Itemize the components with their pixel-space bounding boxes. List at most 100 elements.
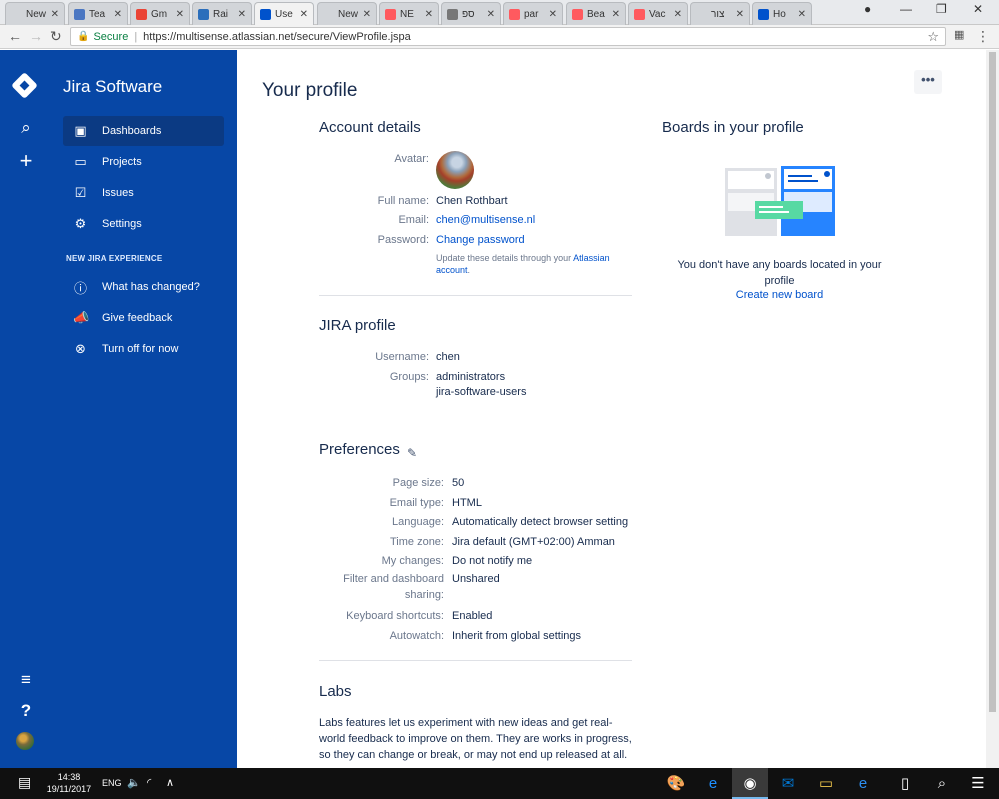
sidebar-item-settings[interactable]: ⚙ Settings: [63, 209, 224, 239]
blank-icon: [11, 9, 22, 20]
browser-tab[interactable]: Bea ✕: [566, 2, 626, 25]
tab-close-icon[interactable]: ✕: [300, 9, 308, 20]
tab-title: New Ta: [338, 8, 360, 20]
clock-date: 19/11/2017: [46, 784, 92, 794]
preference-label: Language:: [392, 516, 444, 528]
edge-app-icon[interactable]: e: [845, 768, 881, 799]
email-link[interactable]: chen@multisense.nl: [436, 214, 535, 226]
wifi-icon[interactable]: ◜: [147, 776, 151, 789]
browser-tab[interactable]: Use ✕: [254, 2, 314, 25]
issues-icon: ☑: [74, 185, 87, 200]
account-details-heading: Account details: [319, 119, 421, 136]
more-actions-button[interactable]: •••: [914, 70, 942, 94]
experience-item[interactable]: ⊗ Turn off for now: [63, 334, 224, 364]
browser-tab[interactable]: Gm ✕: [130, 2, 190, 25]
tab-close-icon[interactable]: ✕: [549, 9, 557, 20]
restore-button[interactable]: ❐: [936, 2, 947, 16]
tab-title: par: [524, 8, 539, 20]
task-view-icon[interactable]: ▯: [887, 768, 923, 799]
file-explorer-icon[interactable]: ▭: [808, 768, 844, 799]
forward-icon[interactable]: →: [29, 28, 43, 44]
experience-item[interactable]: 📣 Give feedback: [63, 303, 224, 333]
tab-close-icon[interactable]: ✕: [736, 9, 744, 20]
profile-icon[interactable]: ●: [864, 2, 871, 16]
page-scrollbar[interactable]: [986, 50, 999, 768]
tab-close-icon[interactable]: ✕: [612, 9, 620, 20]
labs-heading: Labs: [319, 683, 352, 700]
menu-icon[interactable]: ≡: [16, 670, 36, 690]
create-plus-icon[interactable]: +: [16, 148, 36, 174]
close-window-button[interactable]: ✕: [973, 2, 983, 16]
sidebar-item-dashboards[interactable]: ▣ Dashboards: [63, 116, 224, 146]
tab-title: ספ: [462, 8, 475, 20]
tab-close-icon[interactable]: ✕: [674, 9, 682, 20]
groups-label: Groups:: [389, 371, 429, 383]
reload-icon[interactable]: ↻: [50, 28, 62, 45]
tab-title: Use: [275, 8, 293, 20]
boards-illustration-icon: [725, 166, 835, 236]
action-center-icon[interactable]: ▤: [18, 774, 31, 791]
outlook-app-icon[interactable]: ✉: [770, 768, 806, 799]
help-icon[interactable]: ?: [16, 701, 36, 721]
browser-tab[interactable]: צור ✕: [690, 2, 750, 25]
lock-icon: 🔒: [77, 31, 90, 42]
volume-muted-icon[interactable]: 🔈: [127, 776, 141, 789]
tab-close-icon[interactable]: ✕: [114, 9, 122, 20]
tab-close-icon[interactable]: ✕: [798, 9, 806, 20]
tab-title: Tea: [89, 8, 106, 20]
scroll-thumb[interactable]: [989, 52, 996, 712]
blank-icon: [696, 9, 707, 20]
browser-tab[interactable]: New Ta✕: [317, 2, 377, 25]
tab-close-icon[interactable]: ✕: [487, 9, 495, 20]
taskbar-menu-icon[interactable]: ☰: [960, 768, 996, 799]
search-taskbar-icon[interactable]: ⌕: [924, 768, 960, 799]
show-hidden-icons-icon[interactable]: ∧: [166, 776, 174, 789]
browser-tab[interactable]: Tea ✕: [68, 2, 128, 25]
tab-close-icon[interactable]: ✕: [238, 9, 246, 20]
browser-tab[interactable]: NE ✕: [379, 2, 439, 25]
jira-logo-icon[interactable]: [11, 72, 38, 99]
create-board-link[interactable]: Create new board: [667, 289, 892, 301]
browser-tab-strip: New Ta✕Tea✕Gm✕Rai✕Use✕New Ta✕NE✕ספ✕par✕B…: [0, 0, 999, 25]
address-bar[interactable]: 🔒 Secure | https://multisense.atlassian.…: [70, 27, 946, 46]
browser-tab[interactable]: Vac ✕: [628, 2, 688, 25]
close-circle-icon: ⊗: [75, 341, 86, 356]
chrome-menu-icon[interactable]: ⋮: [976, 28, 990, 45]
sidebar-item-issues[interactable]: ☑ Issues: [63, 178, 224, 208]
page-title: Your profile: [262, 80, 358, 101]
bookmark-star-icon[interactable]: ☆: [927, 29, 939, 45]
tab-title: Rai: [213, 8, 229, 20]
edit-pencil-icon[interactable]: ✎: [407, 446, 417, 460]
language-indicator[interactable]: ENG: [102, 778, 122, 788]
tab-close-icon[interactable]: ✕: [425, 9, 433, 20]
tab-title: Bea: [587, 8, 605, 20]
browser-tab[interactable]: New Ta✕: [5, 2, 65, 25]
chrome-app-icon[interactable]: ◉: [732, 768, 768, 799]
browser-tab[interactable]: par ✕: [503, 2, 563, 25]
preference-label: Email type:: [389, 497, 444, 509]
profile-avatar[interactable]: [436, 151, 474, 189]
paint-app-icon[interactable]: 🎨: [658, 768, 694, 799]
preference-label: Keyboard shortcuts:: [346, 610, 444, 622]
user-avatar[interactable]: [16, 732, 34, 750]
internet-explorer-icon[interactable]: e: [695, 768, 731, 799]
experience-item[interactable]: ⓘ What has changed?: [63, 272, 224, 302]
search-icon[interactable]: ⌕: [16, 118, 36, 138]
global-rail: ⌕ + ≡ ?: [0, 50, 52, 768]
preference-value: Inherit from global settings: [452, 630, 582, 642]
browser-tab[interactable]: ספ ✕: [441, 2, 501, 25]
tab-close-icon[interactable]: ✕: [363, 9, 371, 20]
browser-tab[interactable]: Rai ✕: [192, 2, 252, 25]
taskbar-clock[interactable]: 14:38 19/11/2017: [42, 771, 96, 795]
minimize-button[interactable]: —: [900, 2, 912, 16]
back-icon[interactable]: ←: [8, 28, 22, 44]
browser-toolbar: ← → ↻ 🔒 Secure | https://multisense.atla…: [0, 25, 999, 49]
change-password-link[interactable]: Change password: [436, 234, 525, 246]
url-text[interactable]: https://multisense.atlassian.net/secure/…: [143, 31, 411, 43]
tab-close-icon[interactable]: ✕: [51, 9, 59, 20]
browser-tab[interactable]: Ho ✕: [752, 2, 812, 25]
sidebar-item-projects[interactable]: ▭ Projects: [63, 147, 224, 177]
username-value: chen: [436, 351, 460, 363]
tab-close-icon[interactable]: ✕: [176, 9, 184, 20]
extension-icon[interactable]: ▦: [954, 28, 964, 41]
